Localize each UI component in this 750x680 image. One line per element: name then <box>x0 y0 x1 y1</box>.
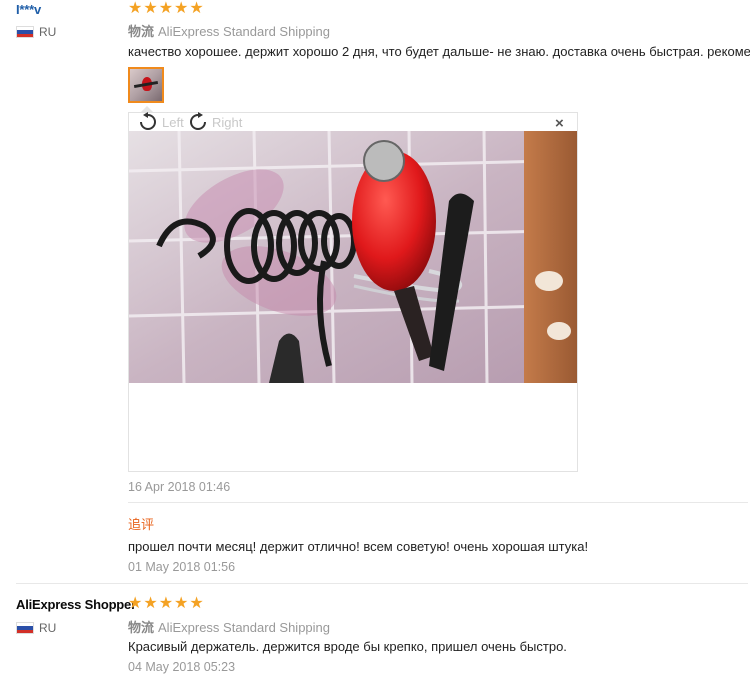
star-icon: ★ <box>158 0 174 17</box>
reviewer-name[interactable]: I***v <box>16 2 41 17</box>
reviewer-name: AliExpress Shopper <box>16 597 136 612</box>
review-separator <box>16 583 748 584</box>
rotate-left-button[interactable]: Left <box>137 112 184 132</box>
followup-date: 01 May 2018 01:56 <box>128 560 236 574</box>
review-text: качество хорошее. держит хорошо 2 дня, ч… <box>128 44 750 59</box>
star-icon: ★ <box>174 595 189 612</box>
shipping-method: AliExpress Standard Shipping <box>158 24 331 39</box>
russia-flag-icon <box>16 622 34 634</box>
shipping-info: 物流 AliExpress Standard Shipping <box>128 21 330 40</box>
star-rating: ★ ★ ★ ★ ★ <box>128 596 204 612</box>
shipping-info: 物流 AliExpress Standard Shipping <box>128 617 330 636</box>
close-icon[interactable]: × <box>555 115 564 132</box>
shipping-label: 物流 <box>128 620 155 635</box>
russia-flag-icon <box>16 26 34 38</box>
star-rating: ★ ★ ★ ★ ★ <box>128 1 204 17</box>
followup-text: прошел почти месяц! держит отлично! всем… <box>128 539 589 554</box>
country-code: RU <box>39 25 57 39</box>
review-photo-thumbnail[interactable] <box>128 67 164 103</box>
review-photo <box>129 131 577 383</box>
reviewer-country: RU <box>16 621 56 635</box>
star-icon: ★ <box>158 595 174 612</box>
rotate-right-button[interactable]: Right <box>187 112 242 132</box>
review-photo-image <box>129 131 577 383</box>
star-icon: ★ <box>128 0 143 17</box>
star-icon: ★ <box>143 595 158 612</box>
rotate-right-label: Right <box>212 114 243 130</box>
star-icon: ★ <box>189 0 204 17</box>
rotate-left-icon <box>140 112 156 130</box>
shipping-label: 物流 <box>128 24 155 39</box>
star-icon: ★ <box>143 0 158 17</box>
rotate-left-label: Left <box>162 114 184 130</box>
review-date: 04 May 2018 05:23 <box>128 660 236 674</box>
rotate-right-icon <box>190 112 206 130</box>
shipping-method: AliExpress Standard Shipping <box>158 620 331 635</box>
star-icon: ★ <box>174 0 189 17</box>
review-date: 16 Apr 2018 01:46 <box>128 480 231 494</box>
star-icon: ★ <box>128 595 143 612</box>
country-code: RU <box>39 621 57 635</box>
divider <box>128 502 748 503</box>
star-icon: ★ <box>189 595 204 612</box>
review-text: Красивый держатель. держится вроде бы кр… <box>128 639 567 654</box>
followup-label: 追评 <box>128 517 155 532</box>
reviewer-country: RU <box>16 25 56 39</box>
